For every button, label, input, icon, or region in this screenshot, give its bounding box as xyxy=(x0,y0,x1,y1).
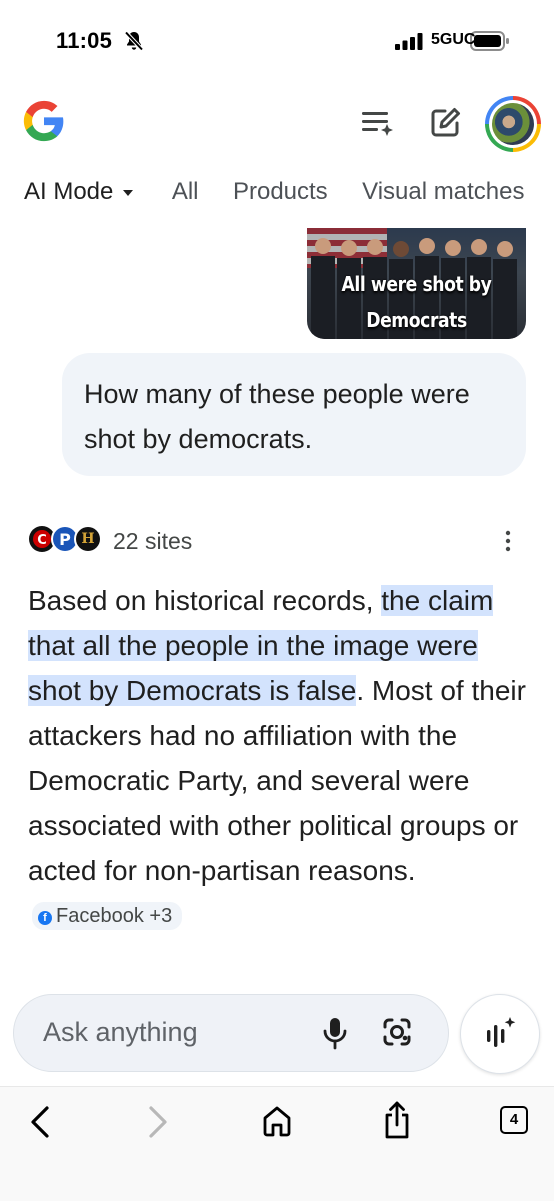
tab-ai-mode[interactable]: AI Mode xyxy=(24,178,134,206)
tabs-count-button[interactable]: 4 xyxy=(500,1106,528,1134)
lens-camera-icon[interactable] xyxy=(381,1016,413,1048)
tab-visual-matches[interactable]: Visual matches xyxy=(362,178,524,206)
bell-slash-icon xyxy=(124,31,144,51)
back-icon[interactable] xyxy=(28,1104,52,1140)
image-caption-line1: All were shot by xyxy=(341,272,492,296)
svg-text:H: H xyxy=(81,531,94,547)
source-chip-label: Facebook +3 xyxy=(56,905,173,927)
tab-products[interactable]: Products xyxy=(233,178,328,206)
ai-answer: Based on historical records, the claim t… xyxy=(28,578,528,938)
svg-text:P: P xyxy=(59,530,71,549)
share-icon[interactable] xyxy=(382,1100,412,1140)
voice-live-icon xyxy=(487,1017,516,1047)
facebook-icon: f xyxy=(38,911,52,925)
status-time: 11:05 xyxy=(56,28,113,53)
svg-text:C: C xyxy=(37,533,47,548)
answer-text-lead: Based on historical records, xyxy=(28,585,382,616)
network-label: 5GUC xyxy=(431,31,476,48)
ask-input[interactable]: Ask anything xyxy=(43,1017,198,1048)
ask-input-bar[interactable]: Ask anything xyxy=(13,994,449,1072)
user-query-text: How many of these people were shot by de… xyxy=(84,379,470,454)
google-logo[interactable] xyxy=(22,98,66,144)
user-query-bubble: How many of these people were shot by de… xyxy=(62,353,526,476)
chevron-down-icon xyxy=(123,189,134,196)
tab-all[interactable]: All xyxy=(172,178,199,206)
attached-image[interactable]: All were shot by Democrats xyxy=(307,228,526,339)
source-chip[interactable]: f Facebook +3 xyxy=(32,902,183,930)
signal-icon xyxy=(395,33,423,50)
history-icon[interactable] xyxy=(361,109,395,137)
source-icons[interactable]: C P H xyxy=(28,524,106,554)
forward-icon[interactable] xyxy=(146,1104,170,1140)
sources-count[interactable]: 22 sites xyxy=(113,528,192,555)
image-caption-line2: Democrats xyxy=(366,308,467,332)
more-vert-icon[interactable] xyxy=(500,528,516,554)
answer-text-body: . Most of their attackers had no affilia… xyxy=(28,675,526,886)
compose-icon[interactable] xyxy=(430,106,462,138)
mic-icon[interactable] xyxy=(322,1016,348,1050)
home-icon[interactable] xyxy=(262,1104,292,1138)
search-tabs: AI Mode All Products Visual matches xyxy=(24,178,554,218)
live-button[interactable] xyxy=(460,994,540,1074)
avatar[interactable] xyxy=(485,96,541,152)
battery-icon xyxy=(470,31,509,51)
